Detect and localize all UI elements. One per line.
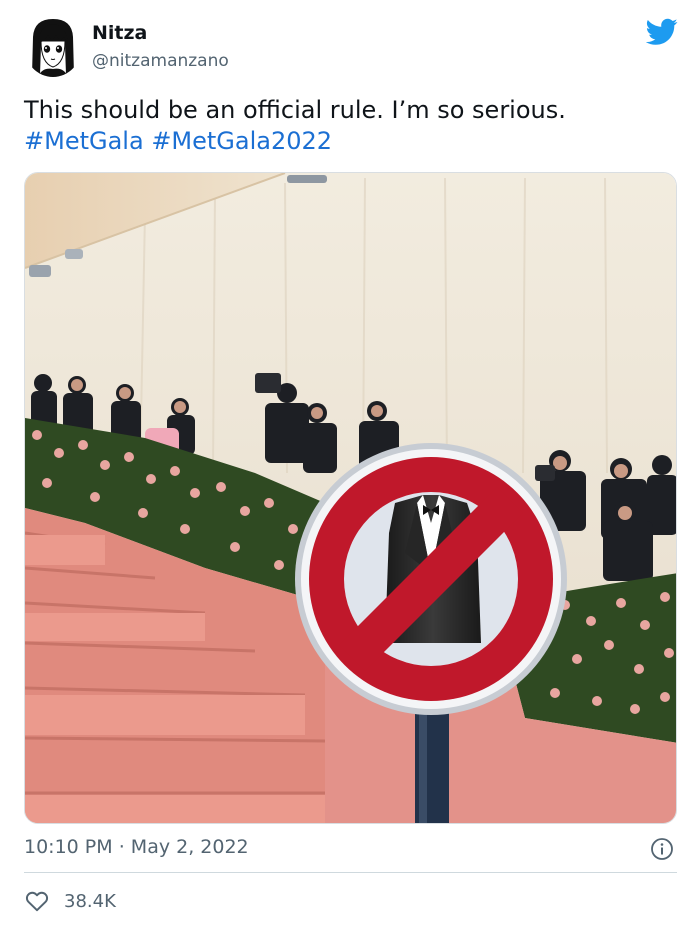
twitter-bird-icon[interactable] (646, 18, 678, 46)
display-name[interactable]: Nitza (92, 22, 147, 44)
no-tuxedo-sign-photo-icon (25, 173, 676, 823)
tweet-time: 10:10 PM (24, 836, 113, 858)
avatar[interactable] (24, 15, 82, 77)
heart-icon (25, 891, 49, 912)
hashtag-link[interactable]: #MetGala (24, 127, 144, 155)
tweet-body: This should be an official rule. I’m so … (24, 96, 566, 124)
anime-girl-avatar-icon (24, 15, 82, 77)
separator: · (118, 836, 125, 858)
timestamp[interactable]: 10:10 PM · May 2, 2022 (24, 836, 249, 858)
info-icon[interactable] (650, 837, 674, 861)
tweet-date: May 2, 2022 (130, 836, 249, 858)
divider (24, 872, 677, 873)
like-button[interactable]: 38.4K (24, 888, 116, 914)
tweet-photo[interactable] (24, 172, 677, 824)
tweet-card: Nitza @nitzamanzano This should be an of… (0, 0, 700, 927)
handle[interactable]: @nitzamanzano (92, 51, 229, 71)
tweet-text: This should be an official rule. I’m so … (24, 95, 674, 157)
hashtag-link[interactable]: #MetGala2022 (151, 127, 332, 155)
like-count: 38.4K (64, 890, 116, 912)
